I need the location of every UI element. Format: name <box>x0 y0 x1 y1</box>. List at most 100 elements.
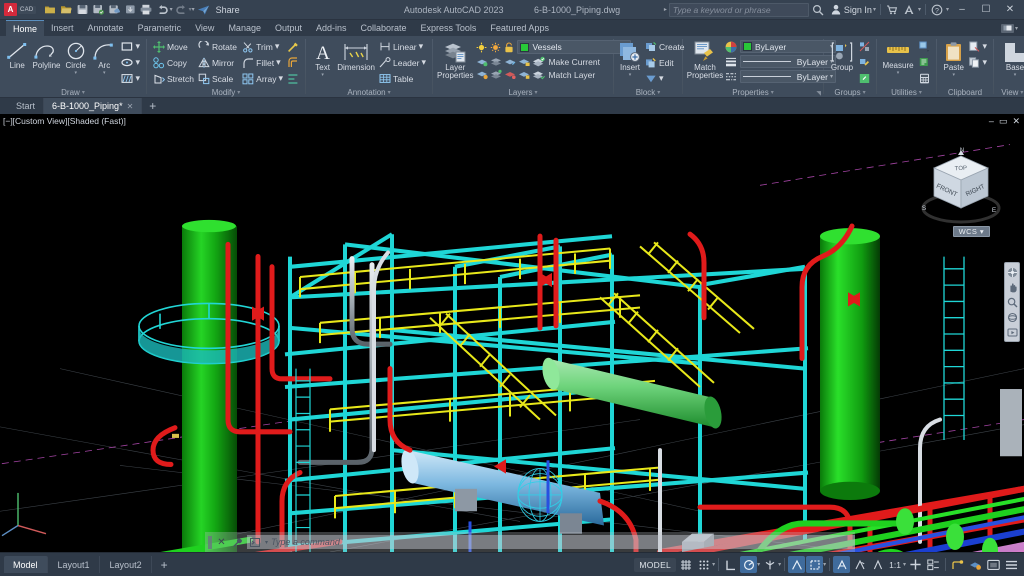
annotation-text-button[interactable]: A Text ▾ <box>310 39 335 78</box>
modify-rotate-button[interactable]: Rotate <box>196 39 240 54</box>
snap-mode-toggle[interactable] <box>695 556 712 573</box>
block-attributes-button[interactable]: ▾ <box>643 71 687 86</box>
layer-on-icon[interactable] <box>476 42 487 53</box>
save-drawing-icon[interactable] <box>75 2 90 17</box>
annotation-panel-expand-icon[interactable]: ▾ <box>388 89 391 96</box>
command-history-chevron-icon[interactable]: ▾ <box>265 539 268 546</box>
share-button[interactable]: Share <box>216 5 240 15</box>
cut-dropdown-icon[interactable]: ▾ <box>982 41 987 52</box>
annotation-text-dropdown-icon[interactable]: ▾ <box>321 72 324 78</box>
search-icon[interactable] <box>811 2 826 17</box>
isodraft-settings-chevron-icon[interactable]: ▾ <box>778 561 781 568</box>
minimize-window-button[interactable]: – <box>951 1 973 19</box>
base-view-button[interactable]: Base ▾ <box>998 39 1024 78</box>
insert-block-dropdown-icon[interactable]: ▾ <box>629 72 632 78</box>
command-line-close-icon[interactable]: ✕ <box>215 536 228 549</box>
command-line-settings-icon[interactable] <box>231 536 244 549</box>
new-document-tab-button[interactable]: + <box>142 98 163 114</box>
draw-ellipse-button[interactable]: ▾ <box>119 55 142 70</box>
batch-plot-icon[interactable] <box>196 2 211 17</box>
layer-off-icon[interactable] <box>476 69 489 80</box>
annotation-leader-button[interactable]: Leader ▾ <box>377 55 428 70</box>
document-tab-close-icon[interactable]: ✕ <box>127 102 134 111</box>
ortho-mode-toggle[interactable] <box>722 556 739 573</box>
polar-settings-chevron-icon[interactable]: ▾ <box>757 561 760 568</box>
space-toggle-button[interactable]: MODEL <box>634 557 677 572</box>
modify-offset-button[interactable] <box>285 55 301 70</box>
properties-panel-dialog-launcher[interactable]: ◥ <box>816 90 821 97</box>
sign-in-button[interactable]: Sign In <box>831 4 872 15</box>
draw-polyline-button[interactable]: Polyline <box>32 39 61 70</box>
ribbon-tab-parametric[interactable]: Parametric <box>131 20 189 36</box>
annotation-scale-value[interactable]: 1:1 <box>887 560 903 570</box>
modify-fillet-button[interactable]: Fillet ▾ <box>240 55 285 70</box>
view-panel-expand-icon[interactable]: ▾ <box>1020 89 1023 96</box>
osnap-settings-chevron-icon[interactable]: ▾ <box>823 561 826 568</box>
document-tab-start[interactable]: Start <box>8 98 45 114</box>
linetype-dropdown[interactable]: ByLayer ▾ <box>740 70 836 83</box>
group-edit-button[interactable] <box>857 55 872 70</box>
modify-stretch-button[interactable]: Stretch <box>151 71 196 86</box>
showmotion-icon[interactable] <box>1006 326 1018 338</box>
rectangle-dropdown-icon[interactable]: ▾ <box>135 41 140 52</box>
make-current-icon[interactable] <box>532 56 546 67</box>
orbit-icon[interactable] <box>1006 311 1018 323</box>
data-extraction-button[interactable] <box>917 55 932 70</box>
block-panel-expand-icon[interactable]: ▾ <box>657 89 660 96</box>
modify-trim-dropdown-icon[interactable]: ▾ <box>275 41 280 52</box>
copy-clip-button[interactable]: ▾ <box>967 55 989 70</box>
grid-display-toggle[interactable] <box>677 556 694 573</box>
pan-icon[interactable] <box>1006 281 1018 293</box>
viewport-restore-button[interactable]: ▭ <box>999 116 1008 127</box>
draw-arc-button[interactable]: Arc ▾ <box>91 39 117 76</box>
modify-trim-button[interactable]: Trim ▾ <box>240 39 285 54</box>
modify-align-button[interactable] <box>285 71 301 86</box>
undo-dropdown-icon[interactable]: ▾ <box>170 6 173 13</box>
drawing-canvas[interactable]: [−][Custom View][Shaded (Fast)] – ▭ ✕ TO… <box>0 114 1024 552</box>
hatch-dropdown-icon[interactable]: ▾ <box>135 73 140 84</box>
object-color-dropdown[interactable]: ByLayer ▾ <box>740 40 836 53</box>
measure-dropdown-icon[interactable]: ▾ <box>897 70 900 76</box>
cloud-save-icon[interactable] <box>107 2 122 17</box>
clean-screen-toggle[interactable] <box>985 556 1002 573</box>
modify-move-button[interactable]: Move <box>151 39 196 54</box>
document-tab-piping[interactable]: 6-B-1000_Piping* ✕ <box>44 98 143 114</box>
layer-isolate-icon[interactable] <box>476 56 488 67</box>
command-input[interactable]: ▾ Type a command <box>247 535 855 549</box>
command-line-grip[interactable] <box>208 535 212 549</box>
groups-panel-expand-icon[interactable]: ▾ <box>863 89 866 96</box>
dynamic-ucs-toggle[interactable] <box>833 556 851 573</box>
account-dropdown-icon[interactable]: ▾ <box>918 6 921 13</box>
new-drawing-icon[interactable] <box>43 2 58 17</box>
group-button[interactable]: Group <box>828 39 856 72</box>
qat-customize-icon[interactable]: ▾ <box>192 6 195 13</box>
match-properties-button[interactable]: Match Properties <box>687 39 723 80</box>
layer-turn-all-on-icon[interactable] <box>490 69 503 80</box>
layer-unlock-icon[interactable] <box>518 69 530 80</box>
ribbon-tab-home[interactable]: Home <box>6 20 45 36</box>
properties-panel-expand-icon[interactable]: ▾ <box>771 89 774 96</box>
autodesk-app-store-icon[interactable] <box>885 2 900 17</box>
modify-explode-button[interactable] <box>285 39 301 54</box>
command-line[interactable]: ✕ ▾ Type a command <box>205 532 855 552</box>
calculator-button[interactable] <box>917 71 932 86</box>
autodesk-account-icon[interactable] <box>902 2 917 17</box>
autoscale-toggle[interactable] <box>925 556 942 573</box>
draw-hatch-button[interactable]: ▾ <box>119 71 142 86</box>
draw-line-button[interactable]: Line <box>4 39 30 70</box>
draw-panel-expand-icon[interactable]: ▾ <box>82 89 85 96</box>
ribbon-display-dropdown-icon[interactable]: ▾ <box>1015 25 1018 32</box>
annotation-visibility-toggle[interactable] <box>907 556 924 573</box>
maximize-window-button[interactable]: ☐ <box>975 1 997 19</box>
undo-icon[interactable] <box>155 2 170 17</box>
close-window-button[interactable]: ✕ <box>999 1 1021 19</box>
object-snap-toggle[interactable] <box>788 556 806 573</box>
measure-button[interactable]: Measure ▾ <box>881 39 915 76</box>
snap-settings-chevron-icon[interactable]: ▾ <box>712 561 715 568</box>
layer-unisolate-icon[interactable] <box>490 56 502 67</box>
annotation-table-button[interactable]: Table <box>377 71 428 86</box>
group-selection-button[interactable] <box>857 71 872 86</box>
layer-freeze-tool-icon[interactable] <box>504 56 516 67</box>
ribbon-tab-manage[interactable]: Manage <box>221 20 268 36</box>
modify-array-button[interactable]: Array ▾ <box>240 71 285 86</box>
